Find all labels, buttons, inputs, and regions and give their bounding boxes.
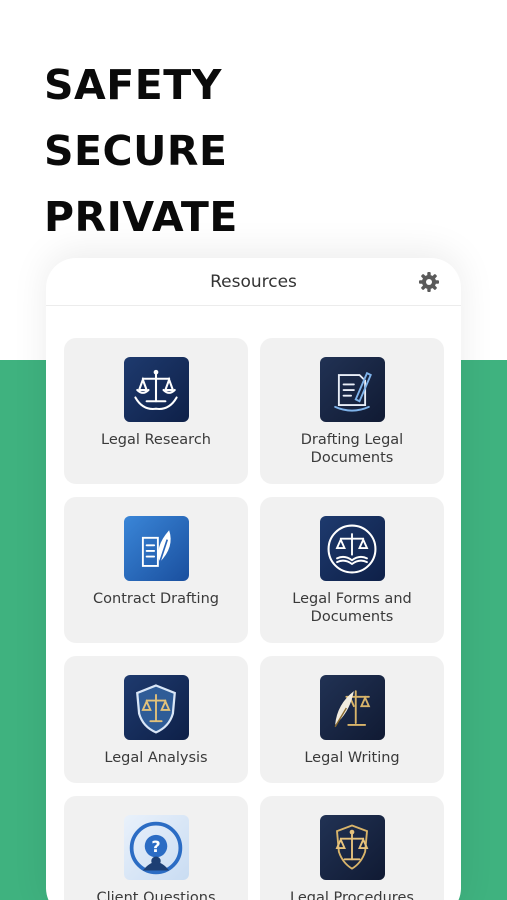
resource-card-legal-research[interactable]: Legal Research xyxy=(64,338,248,484)
pen-document-icon xyxy=(319,357,385,422)
resource-card-label: Legal Procedures xyxy=(290,890,414,900)
resource-card-client-questions[interactable]: ? Client Questions xyxy=(64,796,248,900)
resource-card-contract-drafting[interactable]: Contract Drafting xyxy=(64,497,248,643)
phone-screen: Resources Legal Research Drafting Legal … xyxy=(46,258,461,900)
resource-card-drafting-legal-documents[interactable]: Drafting Legal Documents xyxy=(260,338,444,484)
resource-card-label: Client Questions xyxy=(96,890,216,900)
headline-line-3: PRIVATE xyxy=(44,193,238,241)
gold-scales-icon xyxy=(319,815,385,880)
headline-line-2: SECURE xyxy=(44,127,228,175)
resource-card-label: Legal Forms and Documents xyxy=(292,591,412,625)
resource-card-label: Drafting Legal Documents xyxy=(300,432,404,466)
headline: SAFETY SECURE PRIVATE xyxy=(44,52,238,250)
shield-scales-icon xyxy=(123,675,189,740)
scales-laurel-icon xyxy=(123,357,189,422)
resource-card-label: Legal Writing xyxy=(304,750,400,766)
question-person-icon: ? xyxy=(123,815,189,880)
resource-card-label: Legal Analysis xyxy=(104,750,208,766)
resource-card-legal-procedures[interactable]: Legal Procedures xyxy=(260,796,444,900)
leaf-document-icon xyxy=(123,516,189,581)
resource-card-legal-analysis[interactable]: Legal Analysis xyxy=(64,656,248,783)
resource-card-legal-writing[interactable]: Legal Writing xyxy=(260,656,444,783)
quill-scales-icon xyxy=(319,675,385,740)
resource-card-label: Contract Drafting xyxy=(93,591,219,607)
resource-card-label: Legal Research xyxy=(101,432,211,448)
headline-line-1: SAFETY xyxy=(44,61,222,109)
svg-text:?: ? xyxy=(151,836,160,855)
scales-book-icon xyxy=(319,516,385,581)
resource-grid: Legal Research Drafting Legal Documents xyxy=(64,338,444,900)
nav-bar: Resources xyxy=(46,258,461,306)
page-title: Resources xyxy=(210,271,297,292)
gear-icon[interactable] xyxy=(417,270,441,294)
resource-card-legal-forms-and-documents[interactable]: Legal Forms and Documents xyxy=(260,497,444,643)
